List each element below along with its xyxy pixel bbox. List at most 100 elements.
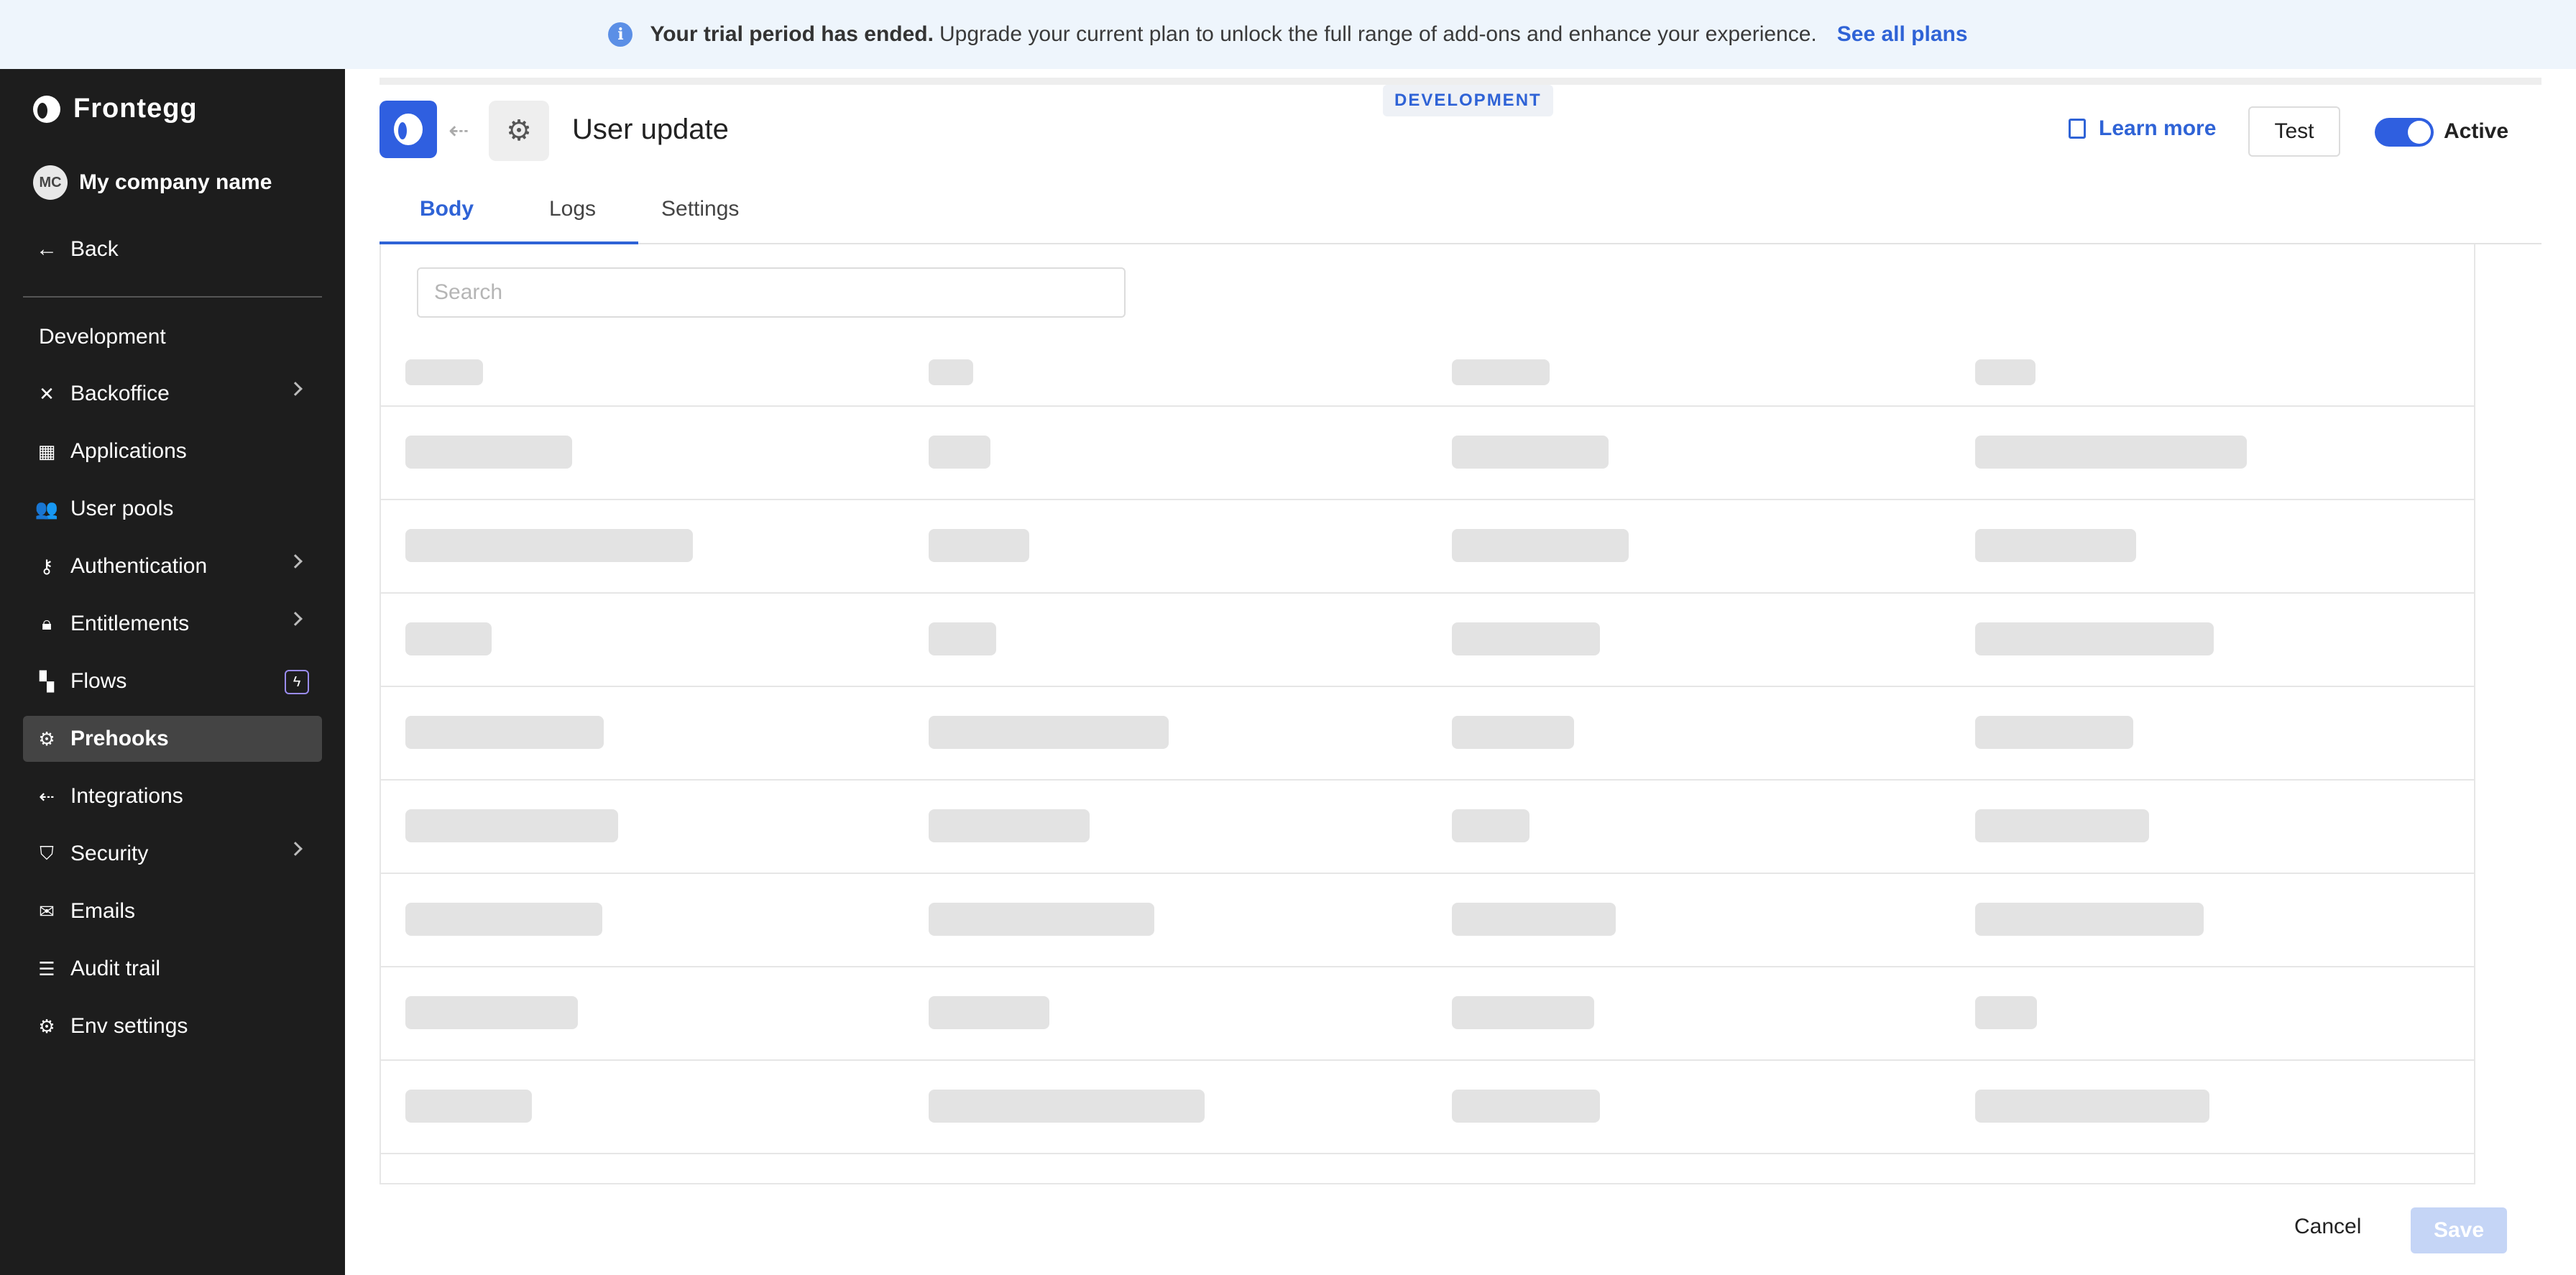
sidebar-nav: ✕ Backoffice ▦ Applications 👥 User pools…: [23, 371, 322, 1061]
skeleton-cell: [929, 436, 990, 469]
skeleton-cell: [929, 1090, 1205, 1123]
sidebar: Frontegg MC My company name ← Back Devel…: [0, 69, 345, 1275]
skeleton-cell: [1452, 436, 1609, 469]
sidebar-item-emails[interactable]: ✉ Emails: [23, 888, 322, 934]
test-button[interactable]: Test: [2248, 106, 2340, 157]
sidebar-item-integrations[interactable]: ⇠ Integrations: [23, 773, 322, 819]
skeleton-cell: [929, 529, 1029, 562]
learn-more-link[interactable]: Learn more: [2069, 116, 2216, 141]
user-gear-icon: ⚙: [489, 101, 549, 161]
cancel-button[interactable]: Cancel: [2294, 1215, 2361, 1239]
sidebar-item-applications[interactable]: ▦ Applications: [23, 428, 322, 474]
table-row: [381, 967, 2474, 1061]
skeleton-cell: [405, 436, 572, 469]
sidebar-item-label: Integrations: [70, 784, 183, 808]
body-table: [380, 244, 2475, 1184]
lock-icon: 🔒︎: [42, 612, 52, 634]
skeleton-cell: [1975, 1090, 2209, 1123]
skeleton-cell: [929, 809, 1090, 842]
sidebar-item-label: User pools: [70, 497, 174, 520]
skeleton-cell: [1975, 996, 2037, 1029]
sidebar-item-audit-trail[interactable]: ☰ Audit trail: [23, 946, 322, 992]
sidebar-item-security[interactable]: ⛉ Security: [23, 831, 322, 877]
active-toggle-label: Active: [2444, 119, 2509, 143]
trial-banner: i Your trial period has ended. Upgrade y…: [0, 0, 2576, 69]
sidebar-item-label: Security: [70, 842, 149, 865]
avatar: MC: [33, 165, 68, 200]
table-header-row: [381, 244, 2474, 407]
table-row: [381, 874, 2474, 967]
skeleton-cell: [1975, 359, 2036, 385]
skeleton-cell: [1975, 436, 2247, 469]
section-title: Development: [39, 325, 166, 349]
skeleton-cell: [1452, 996, 1594, 1029]
sidebar-item-user-pools[interactable]: 👥 User pools: [23, 486, 322, 532]
key-icon: ⚷: [40, 555, 54, 577]
info-icon: i: [608, 22, 633, 47]
skeleton-cell: [1452, 716, 1574, 749]
environment-badge: DEVELOPMENT: [1383, 85, 1553, 116]
skeleton-cell: [1452, 903, 1616, 936]
sidebar-item-label: Backoffice: [70, 382, 170, 405]
table-row: [381, 1061, 2474, 1154]
chevron-right-icon: [288, 842, 303, 856]
company-name: My company name: [79, 170, 272, 194]
skeleton-cell: [405, 809, 618, 842]
sidebar-item-prehooks[interactable]: ⚙ Prehooks: [23, 716, 322, 762]
skeleton-cell: [405, 1090, 532, 1123]
save-button[interactable]: Save: [2411, 1207, 2507, 1253]
skeleton-cell: [1975, 903, 2204, 936]
skeleton-cell: [405, 903, 602, 936]
skeleton-cell: [1975, 622, 2214, 655]
skeleton-cell: [405, 359, 483, 385]
arrow-left-icon: ←: [36, 237, 58, 261]
integration-icon: ⇠: [39, 785, 55, 807]
skeleton-cell: [1975, 716, 2133, 749]
banner-bold-text: Your trial period has ended.: [650, 22, 934, 46]
banner-text: Upgrade your current plan to unlock the …: [939, 22, 1817, 46]
shield-icon: ⛉: [40, 842, 54, 864]
connect-arrow-icon: ⇠: [448, 117, 469, 144]
active-toggle[interactable]: [2375, 118, 2434, 147]
prehook-icon: ⚙: [38, 727, 55, 750]
skeleton-cell: [405, 996, 578, 1029]
sidebar-item-backoffice[interactable]: ✕ Backoffice: [23, 371, 322, 417]
skeleton-cell: [1452, 529, 1629, 562]
table-row: [381, 500, 2474, 594]
tab-settings[interactable]: Settings: [661, 197, 739, 221]
sidebar-item-entitlements[interactable]: 🔒︎ Entitlements: [23, 601, 322, 647]
users-icon: 👥: [34, 497, 59, 520]
gear-icon: ⚙: [38, 1015, 55, 1037]
company-switcher[interactable]: MC My company name: [33, 165, 272, 200]
sidebar-item-label: Prehooks: [70, 727, 169, 750]
sidebar-item-label: Flows: [70, 669, 127, 693]
frontegg-logo[interactable]: Frontegg: [33, 93, 198, 124]
chevron-right-icon: [288, 612, 303, 626]
lightning-icon: ϟ: [285, 670, 309, 694]
page-title: User update: [572, 114, 729, 145]
skeleton-cell: [405, 716, 604, 749]
skeleton-cell: [1452, 622, 1600, 655]
sidebar-item-label: Authentication: [70, 554, 208, 578]
mail-icon: ✉: [39, 900, 55, 922]
sidebar-item-authentication[interactable]: ⚷ Authentication: [23, 543, 322, 589]
sidebar-item-flows[interactable]: ▚ Flows ϟ: [23, 658, 322, 704]
back-button[interactable]: ← Back: [36, 237, 119, 262]
list-icon: ☰: [38, 957, 55, 980]
divider: [23, 296, 322, 298]
see-all-plans-link[interactable]: See all plans: [1837, 22, 1968, 47]
skeleton-cell: [405, 622, 492, 655]
table-row: [381, 687, 2474, 781]
logo-text: Frontegg: [73, 93, 198, 124]
sidebar-item-env-settings[interactable]: ⚙ Env settings: [23, 1003, 322, 1049]
skeleton-cell: [1452, 359, 1550, 385]
skeleton-cell: [1975, 809, 2149, 842]
chevron-right-icon: [288, 554, 303, 569]
sidebar-item-label: Env settings: [70, 1014, 188, 1038]
sidebar-item-label: Audit trail: [70, 957, 161, 980]
tab-logs[interactable]: Logs: [549, 197, 596, 221]
flow-icon: ▚: [40, 670, 54, 692]
tab-body[interactable]: Body: [420, 197, 474, 221]
skeleton-cell: [929, 996, 1049, 1029]
back-label: Back: [70, 237, 119, 261]
